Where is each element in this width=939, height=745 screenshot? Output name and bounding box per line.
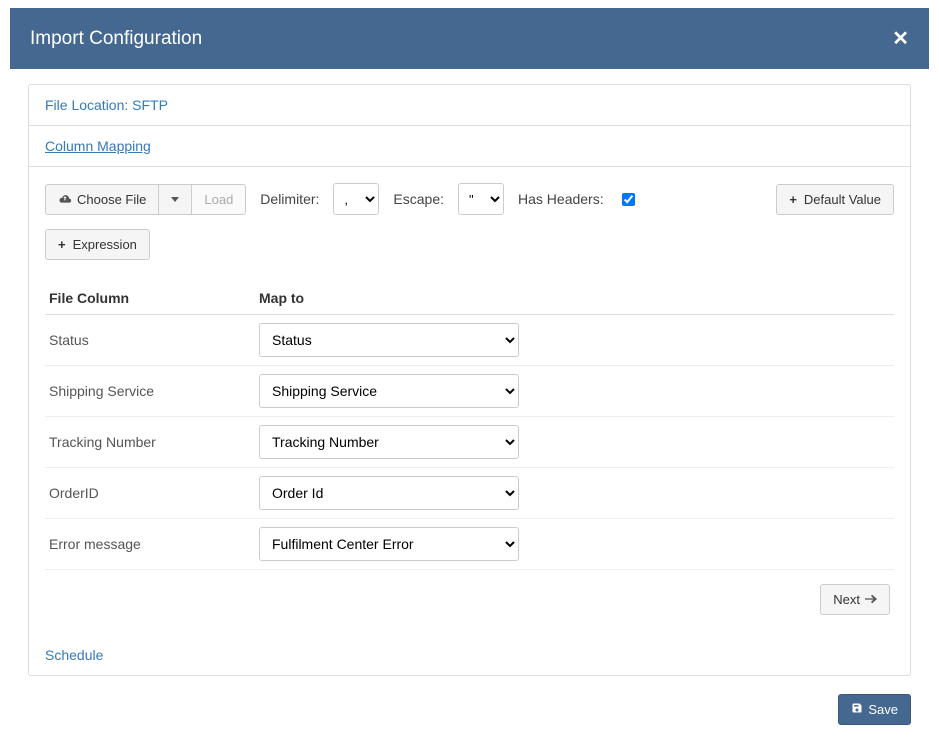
- map-to-cell: Status: [255, 315, 894, 366]
- mapping-toolbar: Choose File Load Delimiter: , Escape: " …: [45, 183, 894, 260]
- save-icon: [851, 702, 863, 717]
- escape-select[interactable]: ": [458, 183, 504, 215]
- next-button[interactable]: Next: [820, 584, 890, 615]
- schedule-section[interactable]: Schedule: [29, 635, 910, 675]
- save-row: Save: [10, 676, 929, 725]
- load-button[interactable]: Load: [191, 184, 246, 215]
- map-to-cell: Shipping Service: [255, 366, 894, 417]
- choose-file-label: Choose File: [77, 192, 146, 207]
- header-file-column: File Column: [45, 282, 255, 315]
- table-row: StatusStatus: [45, 315, 894, 366]
- map-to-select[interactable]: Status: [259, 323, 519, 357]
- has-headers-checkbox[interactable]: [622, 193, 635, 206]
- cloud-upload-icon: [58, 192, 72, 207]
- file-column-cell: Tracking Number: [45, 417, 255, 468]
- save-label: Save: [868, 702, 898, 717]
- default-value-button[interactable]: Default Value: [776, 184, 894, 215]
- map-to-select[interactable]: Order Id: [259, 476, 519, 510]
- mapping-footer: Next: [45, 570, 894, 619]
- close-icon[interactable]: ✕: [892, 26, 909, 51]
- modal-title: Import Configuration: [30, 28, 202, 50]
- file-column-cell: Shipping Service: [45, 366, 255, 417]
- map-to-select[interactable]: Shipping Service: [259, 374, 519, 408]
- file-location-section[interactable]: File Location: SFTP: [29, 85, 910, 126]
- file-column-cell: OrderID: [45, 468, 255, 519]
- mapping-table: File Column Map to StatusStatusShipping …: [45, 282, 894, 570]
- has-headers-label: Has Headers:: [518, 191, 604, 207]
- escape-label: Escape:: [393, 191, 444, 207]
- import-config-modal: Import Configuration ✕ File Location: SF…: [0, 0, 939, 745]
- map-to-select[interactable]: Tracking Number: [259, 425, 519, 459]
- plus-icon: [58, 237, 68, 252]
- arrow-right-icon: [865, 592, 877, 607]
- table-row: OrderIDOrder Id: [45, 468, 894, 519]
- column-mapping-link[interactable]: Column Mapping: [45, 138, 151, 154]
- file-location-link[interactable]: File Location: SFTP: [45, 97, 168, 113]
- table-row: Error messageFulfilment Center Error: [45, 519, 894, 570]
- modal-header: Import Configuration ✕: [10, 8, 929, 69]
- column-mapping-body: Choose File Load Delimiter: , Escape: " …: [29, 167, 910, 635]
- delimiter-label: Delimiter:: [260, 191, 319, 207]
- next-label: Next: [833, 592, 860, 607]
- file-column-cell: Error message: [45, 519, 255, 570]
- file-column-cell: Status: [45, 315, 255, 366]
- column-mapping-section-header[interactable]: Column Mapping: [29, 126, 910, 167]
- header-map-to: Map to: [255, 282, 894, 315]
- delimiter-select[interactable]: ,: [333, 183, 379, 215]
- table-row: Tracking NumberTracking Number: [45, 417, 894, 468]
- config-panel: File Location: SFTP Column Mapping Choos…: [28, 84, 911, 676]
- expression-button[interactable]: Expression: [45, 229, 150, 260]
- map-to-cell: Order Id: [255, 468, 894, 519]
- choose-file-group: Choose File Load: [45, 184, 246, 215]
- caret-down-icon: [171, 197, 179, 202]
- map-to-cell: Tracking Number: [255, 417, 894, 468]
- plus-icon: [789, 192, 799, 207]
- map-to-cell: Fulfilment Center Error: [255, 519, 894, 570]
- expression-label: Expression: [73, 237, 137, 252]
- save-button[interactable]: Save: [838, 694, 911, 725]
- default-value-label: Default Value: [804, 192, 881, 207]
- choose-file-dropdown-button[interactable]: [158, 184, 191, 215]
- map-to-select[interactable]: Fulfilment Center Error: [259, 527, 519, 561]
- schedule-link[interactable]: Schedule: [45, 647, 103, 663]
- choose-file-button[interactable]: Choose File: [45, 184, 158, 215]
- table-row: Shipping ServiceShipping Service: [45, 366, 894, 417]
